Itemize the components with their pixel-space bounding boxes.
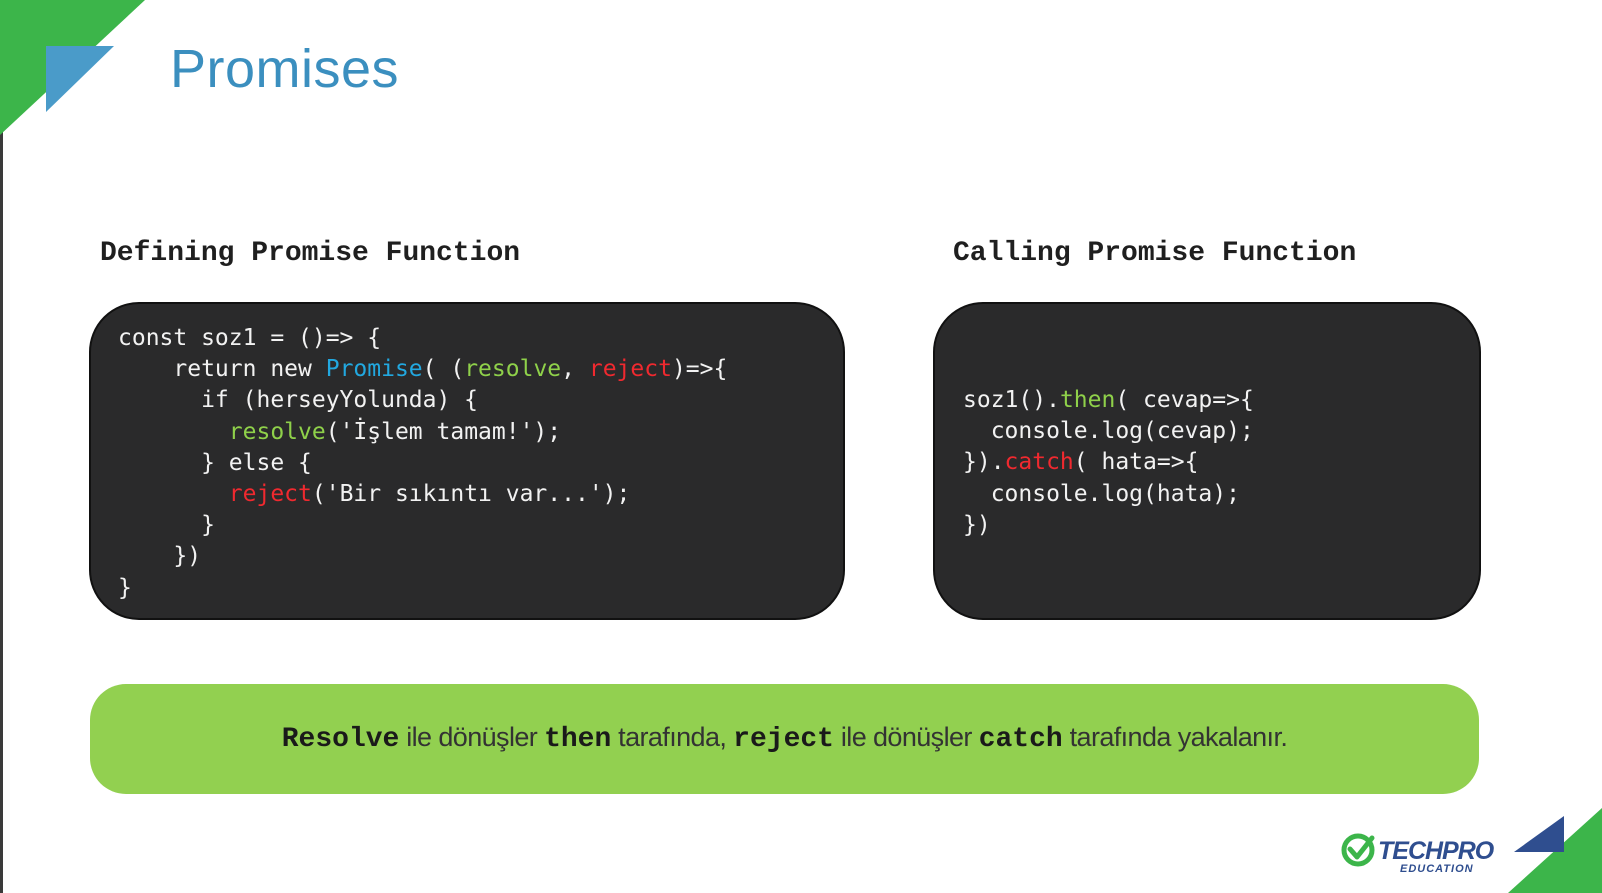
check-icon	[1347, 835, 1375, 860]
logo-subtitle: EDUCATION	[1400, 863, 1474, 875]
code-line: console.log(cevap);	[963, 418, 1254, 445]
note-text-part: ile dönüşler	[399, 722, 545, 752]
corner-blue-triangle	[46, 46, 114, 112]
code-line: }).catch( hata=>{	[963, 449, 1199, 476]
summary-note: Resolve ile dönüşler then tarafında, rej…	[90, 684, 1479, 794]
code-line: const soz1 = ()=> {	[118, 325, 382, 351]
note-keyword-resolve: Resolve	[281, 724, 400, 755]
note-text-part: tarafında,	[611, 722, 734, 752]
code-line: if (herseyYolunda) {	[118, 387, 479, 414]
reject-call: reject	[228, 481, 312, 508]
corner-decoration	[0, 0, 145, 135]
reject-param: reject	[588, 356, 672, 383]
calling-code-block: soz1().then( cevap=>{ console.log(cevap)…	[933, 302, 1481, 620]
code-line: console.log(hata);	[963, 480, 1240, 507]
then-keyword: then	[1059, 387, 1116, 413]
defining-code-block: const soz1 = ()=> { return new Promise( …	[89, 302, 845, 620]
catch-keyword: catch	[1004, 449, 1074, 476]
promise-keyword: Promise	[325, 356, 423, 383]
defining-code: const soz1 = ()=> { return new Promise( …	[118, 323, 727, 604]
note-text-part: tarafında yakalanır.	[1062, 722, 1288, 752]
code-line: soz1().then( cevap=>{	[963, 387, 1254, 413]
code-line: })	[963, 511, 991, 538]
left-section-heading: Defining Promise Function	[100, 238, 521, 269]
right-section-heading: Calling Promise Function	[953, 238, 1357, 269]
code-line: }	[118, 574, 132, 601]
code-line: reject('Bir sıkıntı var...');	[228, 481, 631, 508]
code-line: })	[118, 543, 202, 570]
techpro-logo: TECHPRO EDUCATION	[1341, 808, 1602, 893]
note-keyword-catch: catch	[978, 724, 1063, 755]
code-line: return new Promise( (resolve, reject)=>{	[118, 356, 728, 383]
resolve-call: resolve	[228, 418, 326, 445]
code-line: resolve('İşlem tamam!');	[228, 418, 562, 445]
note-keyword-reject: reject	[733, 724, 834, 755]
logo-blue-triangle	[1514, 816, 1564, 852]
summary-note-text: Resolve ile dönüşler then tarafında, rej…	[90, 722, 1479, 755]
slide-title: Promises	[170, 39, 400, 99]
code-line: }	[118, 512, 215, 539]
logo-brand: TECHPRO	[1378, 837, 1495, 865]
code-line: } else {	[118, 449, 312, 476]
resolve-param: resolve	[464, 356, 562, 383]
note-keyword-then: then	[544, 724, 612, 755]
note-text-part: ile dönüşler	[834, 722, 979, 752]
calling-code: soz1().then( cevap=>{ console.log(cevap)…	[963, 385, 1254, 541]
